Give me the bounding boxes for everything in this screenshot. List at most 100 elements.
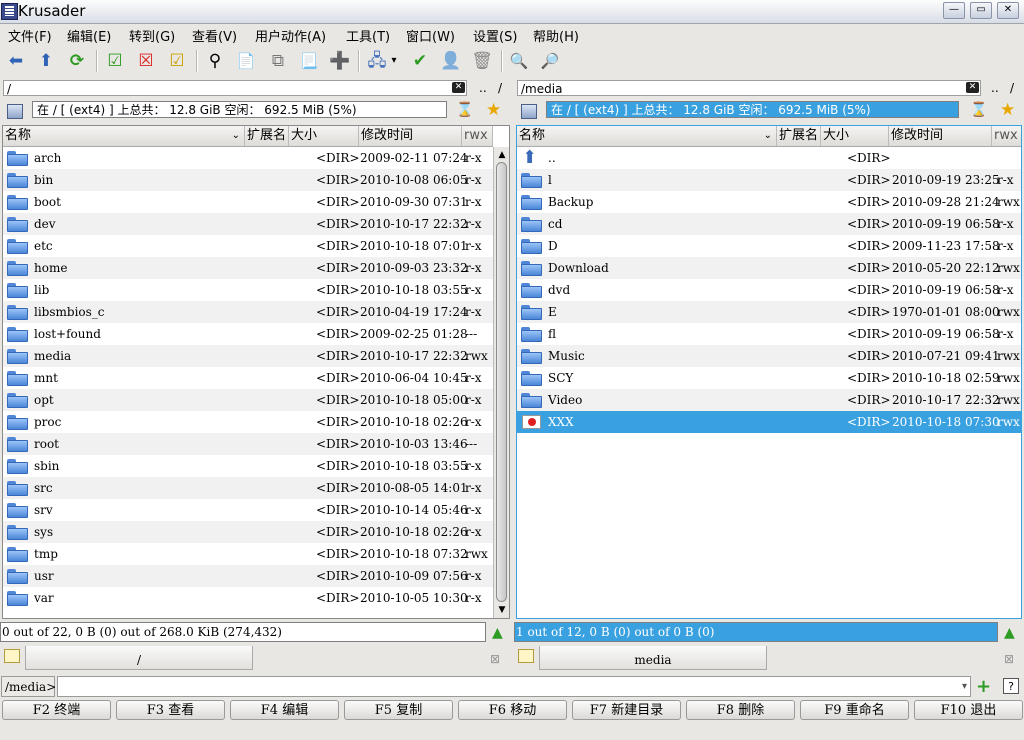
invert-selection-icon[interactable]: ☑ xyxy=(166,51,188,71)
left-parent-link[interactable]: .. xyxy=(479,81,487,95)
zoom-in-icon[interactable]: 🔍 xyxy=(508,51,530,71)
right-file-row[interactable]: Backup <DIR> 2010-09-28 21:24 rwx xyxy=(517,191,1021,213)
maximize-button[interactable]: ▭ xyxy=(970,2,992,19)
right-file-row[interactable]: Download <DIR> 2010-05-20 22:12 rwx xyxy=(517,257,1021,279)
right-file-row[interactable]: l <DIR> 2010-09-19 23:25 r-x xyxy=(517,169,1021,191)
network-dropdown-icon[interactable]: ▾ xyxy=(388,51,400,71)
menu-edit[interactable]: 编辑(E) xyxy=(67,26,111,45)
right-root-link[interactable]: / xyxy=(1010,81,1014,95)
left-file-row[interactable]: sys <DIR> 2010-10-18 02:26 r-x xyxy=(3,521,493,543)
fkey-f3-button[interactable]: F3 查看 xyxy=(116,700,225,720)
left-col-ext[interactable]: 扩展名 xyxy=(245,126,289,146)
cmdline-help-icon[interactable]: ? xyxy=(1003,678,1019,694)
left-file-row[interactable]: sbin <DIR> 2010-10-18 03:55 r-x xyxy=(3,455,493,477)
left-file-row[interactable]: proc <DIR> 2010-10-18 02:26 r-x xyxy=(3,411,493,433)
right-new-tab-icon[interactable] xyxy=(518,649,534,663)
left-file-row[interactable]: lib <DIR> 2010-10-18 03:55 r-x xyxy=(3,279,493,301)
right-path-field[interactable]: /media ✕ xyxy=(517,80,981,96)
left-file-row[interactable]: arch <DIR> 2009-02-11 07:24 r-x xyxy=(3,147,493,169)
panel-splitter[interactable] xyxy=(510,78,513,645)
cmdline-dropdown-icon[interactable]: ▾ xyxy=(962,681,967,692)
back-icon[interactable]: ⬅ xyxy=(5,51,27,71)
left-file-row[interactable]: etc <DIR> 2010-10-18 07:01 r-x xyxy=(3,235,493,257)
zoom-out-icon[interactable]: 🔎 xyxy=(539,51,561,71)
left-sync-up-icon[interactable]: ▲ xyxy=(492,626,508,640)
trash-icon[interactable]: 🗑 xyxy=(471,51,493,71)
left-close-tab-icon[interactable]: ⊠ xyxy=(490,652,506,666)
fkey-f4-button[interactable]: F4 编辑 xyxy=(230,700,339,720)
left-file-row[interactable]: media <DIR> 2010-10-17 22:32 rwx xyxy=(3,345,493,367)
left-col-perm[interactable]: rwx xyxy=(462,126,493,146)
left-path-field[interactable]: / ✕ xyxy=(3,80,467,96)
menu-useractions[interactable]: 用户动作(A) xyxy=(255,26,326,45)
left-col-mtime[interactable]: 修改时间 xyxy=(359,126,462,146)
fkey-f5-button[interactable]: F5 复制 xyxy=(344,700,453,720)
fkey-f7-button[interactable]: F7 新建目录 xyxy=(572,700,681,720)
left-new-tab-icon[interactable] xyxy=(4,649,20,663)
right-file-row[interactable]: SCY <DIR> 2010-10-18 02:59 rwx xyxy=(517,367,1021,389)
menu-help[interactable]: 帮助(H) xyxy=(533,26,579,45)
up-icon[interactable]: ⬆ xyxy=(35,51,57,71)
right-col-ext[interactable]: 扩展名 xyxy=(777,126,821,146)
right-file-row[interactable]: fl <DIR> 2010-09-19 06:58 r-x xyxy=(517,323,1021,345)
left-file-row[interactable]: libsmbios_c <DIR> 2010-04-19 17:24 r-x xyxy=(3,301,493,323)
left-file-row[interactable]: src <DIR> 2010-08-05 14:01 r-x xyxy=(3,477,493,499)
right-file-row[interactable]: E <DIR> 1970-01-01 08:00 rwx xyxy=(517,301,1021,323)
right-tab-media[interactable]: media xyxy=(539,646,767,670)
right-col-perm[interactable]: rwx xyxy=(992,126,1021,146)
cmdline-input[interactable]: ▾ xyxy=(57,676,971,697)
left-root-link[interactable]: / xyxy=(498,81,502,95)
left-file-row[interactable]: tmp <DIR> 2010-10-18 07:32 rwx xyxy=(3,543,493,565)
left-file-row[interactable]: bin <DIR> 2010-10-08 06:05 r-x xyxy=(3,169,493,191)
left-media-icon[interactable] xyxy=(6,103,24,119)
right-clear-path-icon[interactable]: ✕ xyxy=(966,82,979,93)
menu-file[interactable]: 文件(F) xyxy=(8,26,52,45)
left-file-row[interactable]: lost+found <DIR> 2009-02-25 01:28 --- xyxy=(3,323,493,345)
left-history-icon[interactable]: ⌛ xyxy=(456,102,473,118)
left-file-row[interactable]: srv <DIR> 2010-10-14 05:46 r-x xyxy=(3,499,493,521)
right-col-mtime[interactable]: 修改时间 xyxy=(889,126,992,146)
left-tab-root[interactable]: / xyxy=(25,646,253,670)
close-button[interactable]: ✕ xyxy=(997,2,1019,19)
left-clear-path-icon[interactable]: ✕ xyxy=(452,82,465,93)
menu-tools[interactable]: 工具(T) xyxy=(346,26,390,45)
right-history-icon[interactable]: ⌛ xyxy=(970,102,987,118)
select-all-icon[interactable]: ☑ xyxy=(104,51,126,71)
left-file-row[interactable]: usr <DIR> 2010-10-09 07:56 r-x xyxy=(3,565,493,587)
right-parent-link[interactable]: .. xyxy=(991,81,999,95)
right-close-tab-icon[interactable]: ⊠ xyxy=(1004,652,1020,666)
left-scroll-thumb[interactable] xyxy=(496,162,507,602)
right-file-row[interactable]: cd <DIR> 2010-09-19 06:58 r-x xyxy=(517,213,1021,235)
paste-file-icon[interactable]: 📃 xyxy=(298,51,320,71)
copy-file-icon[interactable]: ⧉ xyxy=(267,51,289,71)
user-icon[interactable]: 👤 xyxy=(440,51,462,71)
reload-icon[interactable]: ⟳ xyxy=(66,51,88,71)
left-file-row[interactable]: opt <DIR> 2010-10-18 05:00 r-x xyxy=(3,389,493,411)
search-icon[interactable]: ⚲ xyxy=(204,51,226,71)
right-bookmark-icon[interactable]: ★ xyxy=(1000,101,1018,119)
menu-settings[interactable]: 设置(S) xyxy=(473,26,517,45)
menu-goto[interactable]: 转到(G) xyxy=(129,26,175,45)
network-icon[interactable]: 🖧 xyxy=(366,51,388,71)
right-file-row[interactable]: XXX <DIR> 2010-10-18 07:30 rwx xyxy=(517,411,1021,433)
left-file-row[interactable]: var <DIR> 2010-10-05 10:30 r-x xyxy=(3,587,493,609)
right-file-row[interactable]: ⬆.. <DIR> xyxy=(517,147,1021,169)
unselect-icon[interactable]: ☒ xyxy=(135,51,157,71)
left-file-row[interactable]: dev <DIR> 2010-10-17 22:32 r-x xyxy=(3,213,493,235)
left-col-name[interactable]: 名称 ⌄ xyxy=(3,126,245,146)
right-sync-up-icon[interactable]: ▲ xyxy=(1004,626,1020,640)
menu-view[interactable]: 查看(V) xyxy=(192,26,237,45)
right-media-icon[interactable] xyxy=(520,103,538,119)
left-col-size[interactable]: 大小 xyxy=(289,126,359,146)
left-scrollbar[interactable]: ▲ ▼ xyxy=(493,147,509,618)
fkey-f2-button[interactable]: F2 终端 xyxy=(2,700,111,720)
right-file-row[interactable]: Music <DIR> 2010-07-21 09:41 rwx xyxy=(517,345,1021,367)
left-file-row[interactable]: home <DIR> 2010-09-03 23:32 r-x xyxy=(3,257,493,279)
cmdline-add-icon[interactable]: + xyxy=(976,678,991,696)
checklist-icon[interactable]: ✔ xyxy=(409,51,431,71)
add-file-icon[interactable]: ➕ xyxy=(329,51,351,71)
new-file-icon[interactable]: 📄 xyxy=(235,51,257,71)
right-file-list[interactable]: 名称 ⌄ 扩展名 大小 修改时间 rwx ⬆.. <DIR> l <DIR> 2010-0… xyxy=(516,125,1022,619)
right-col-size[interactable]: 大小 xyxy=(821,126,889,146)
fkey-f10-button[interactable]: F10 退出 xyxy=(914,700,1023,720)
